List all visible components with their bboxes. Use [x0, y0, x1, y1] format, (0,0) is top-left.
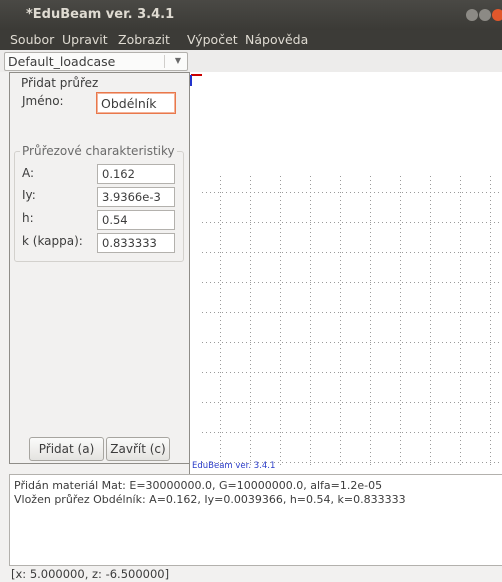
iy-value: 3.9366e-3	[102, 190, 161, 204]
menu-vypocet[interactable]: Výpočet	[187, 32, 238, 47]
log-line: Přidán materiál Mat: E=30000000.0, G=100…	[14, 479, 383, 492]
h-label: h:	[22, 211, 34, 225]
name-label: Jméno:	[22, 94, 64, 108]
canvas-grid	[190, 74, 502, 465]
log-line: Vložen průřez Obdélník: A=0.162, Iy=0.00…	[14, 493, 406, 506]
area-label: A:	[22, 166, 35, 180]
minimize-icon[interactable]	[466, 9, 478, 21]
message-log[interactable]: Přidán materiál Mat: E=30000000.0, G=100…	[9, 474, 502, 566]
close-button[interactable]: Zavřít (c)	[106, 437, 170, 461]
menu-soubor[interactable]: Soubor	[10, 32, 54, 47]
iy-label: Iy:	[22, 188, 36, 202]
add-button-label: Přidat (a)	[38, 442, 95, 456]
close-icon[interactable]	[492, 9, 502, 21]
loadcase-select[interactable]: Default_loadcase ▼	[4, 52, 188, 71]
name-input-value: Obdélník	[101, 96, 157, 111]
window-title: *EduBeam ver. 3.4.1	[26, 7, 175, 22]
chevron-down-icon[interactable]: ▼	[175, 56, 181, 65]
name-input[interactable]: Obdélník	[96, 92, 176, 114]
maximize-icon[interactable]	[479, 9, 491, 21]
canvas-watermark: EduBeam ver. 3.4.1	[192, 461, 276, 471]
status-bar: [x: 5.000000, z: -6.500000]	[9, 566, 502, 582]
loadcase-selected: Default_loadcase	[8, 54, 116, 69]
menu-upravit[interactable]: Upravit	[62, 32, 108, 47]
kappa-value: 0.833333	[102, 236, 157, 250]
area-value: 0.162	[102, 167, 135, 181]
drawing-canvas[interactable]: EduBeam ver. 3.4.1	[189, 72, 502, 474]
title-bar: *EduBeam ver. 3.4.1	[0, 0, 502, 30]
menu-zobrazit[interactable]: Zobrazit	[118, 32, 170, 47]
kappa-input[interactable]: 0.833333	[97, 233, 175, 253]
area-input[interactable]: 0.162	[97, 164, 175, 184]
add-section-dialog	[9, 72, 190, 464]
h-input[interactable]: 0.54	[97, 210, 175, 230]
coordinate-readout: [x: 5.000000, z: -6.500000]	[11, 567, 170, 581]
kappa-label: k (kappa):	[22, 234, 83, 248]
iy-input[interactable]: 3.9366e-3	[97, 187, 175, 207]
loadcase-toolbar: Default_loadcase ▼	[0, 50, 502, 72]
h-value: 0.54	[102, 213, 128, 227]
menu-bar: Soubor Upravit Zobrazit Výpočet Nápověda	[0, 30, 502, 50]
combo-divider	[164, 55, 165, 68]
menu-napoveda[interactable]: Nápověda	[245, 32, 308, 47]
close-button-label: Zavřít (c)	[110, 442, 166, 456]
dialog-title: Přidat průřez	[21, 76, 99, 90]
section-properties-title: Průřezové charakteristiky	[20, 144, 177, 158]
add-button[interactable]: Přidat (a)	[29, 437, 104, 461]
